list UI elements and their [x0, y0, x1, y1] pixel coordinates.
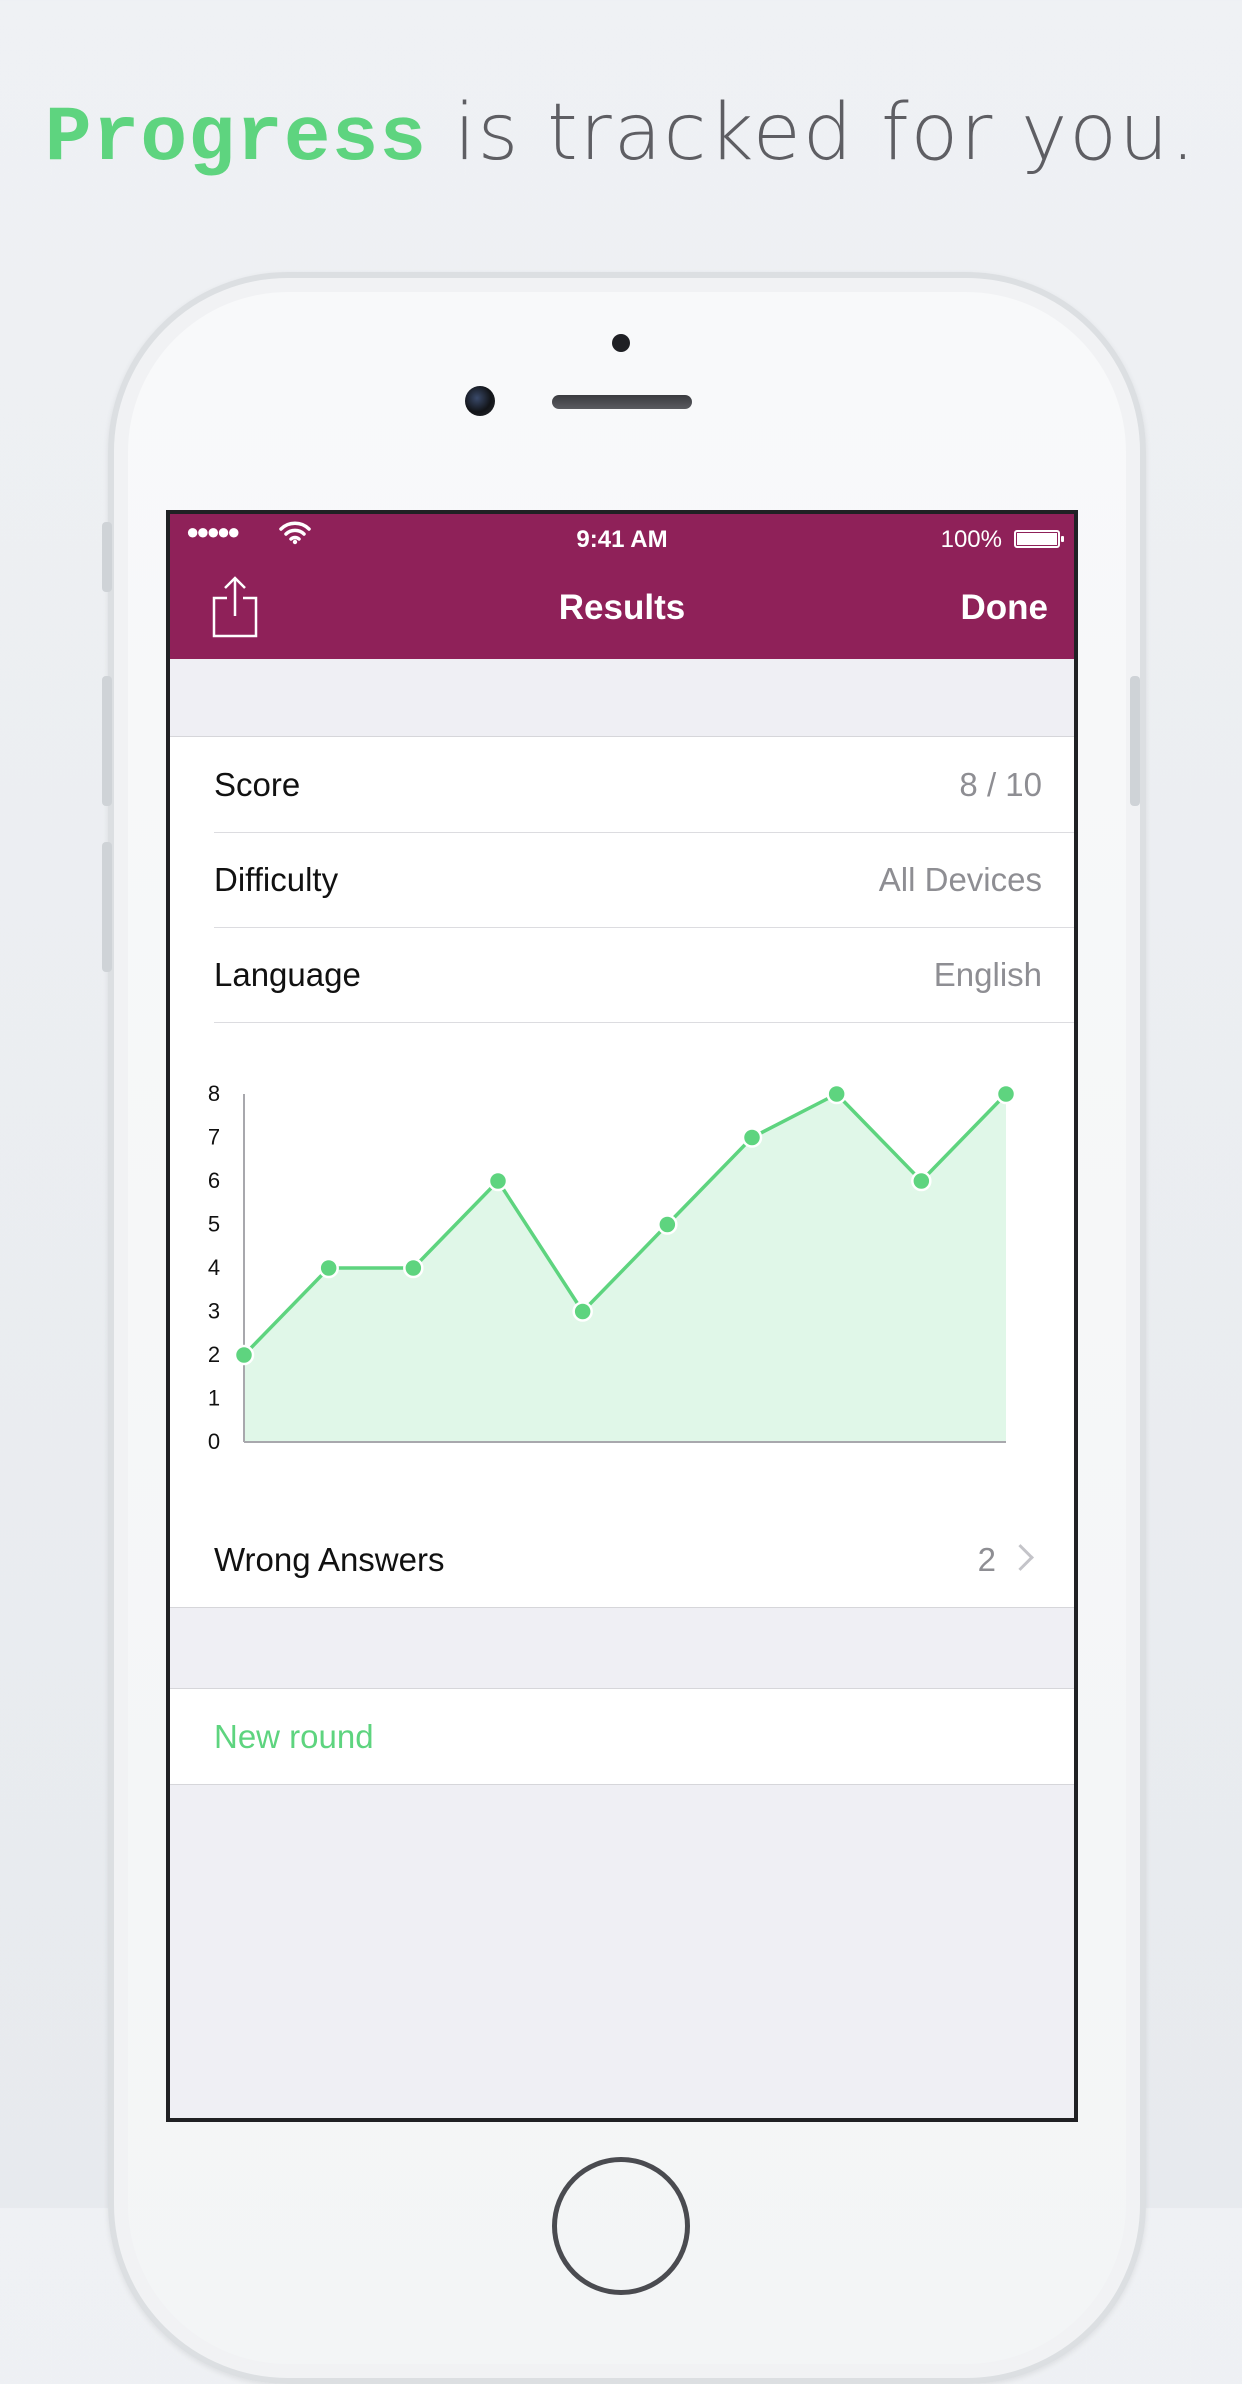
- y-tick-label: 2: [208, 1342, 220, 1367]
- y-tick-label: 7: [208, 1125, 220, 1150]
- chart-point: [233, 1344, 255, 1366]
- power-button: [1130, 676, 1140, 806]
- battery-percent: 100%: [940, 526, 1002, 553]
- y-tick-label: 8: [208, 1081, 220, 1106]
- done-button[interactable]: Done: [961, 588, 1049, 628]
- difficulty-row: Difficulty All Devices: [170, 832, 1074, 927]
- status-time: 9:41 AM: [576, 526, 668, 553]
- volume-down-button: [102, 842, 112, 972]
- status-bar: ●●●●● 9:41 AM 100%: [170, 514, 1074, 554]
- chevron-right-icon: [1007, 1544, 1034, 1571]
- chart-point: [826, 1083, 847, 1105]
- wrong-answers-label: Wrong Answers: [214, 1541, 445, 1578]
- difficulty-value: All Devices: [878, 861, 1042, 898]
- y-tick-label: 1: [208, 1386, 220, 1411]
- chart-point: [741, 1127, 763, 1148]
- proximity-sensor: [612, 334, 630, 352]
- chart-point: [995, 1083, 1017, 1105]
- headline-keyword: Progress: [44, 95, 428, 183]
- actions-group: New round: [170, 1688, 1074, 1785]
- language-label: Language: [214, 956, 361, 993]
- progress-chart-svg: 0 1 2 3 4 5 6 7 8: [208, 1081, 1017, 1454]
- chart-point: [403, 1257, 424, 1279]
- chart-point: [657, 1214, 678, 1235]
- y-tick-label: 4: [208, 1255, 220, 1280]
- score-row: Score 8 / 10: [170, 737, 1074, 832]
- y-tick-label: 0: [208, 1429, 220, 1454]
- chart-point: [911, 1170, 932, 1192]
- chart-point: [572, 1301, 593, 1322]
- new-round-button[interactable]: New round: [214, 1689, 374, 1784]
- y-tick-label: 5: [208, 1212, 220, 1237]
- battery-icon: [1014, 530, 1064, 548]
- y-tick-label: 3: [208, 1299, 220, 1324]
- score-value: 8 / 10: [959, 766, 1042, 803]
- volume-up-button: [102, 676, 112, 806]
- headline-rest: is tracked for you.: [427, 88, 1198, 178]
- score-label: Score: [214, 766, 301, 803]
- results-group: Score 8 / 10 Difficulty All Devices Lang…: [170, 736, 1074, 1608]
- page-title: Results: [558, 588, 686, 627]
- new-round-row[interactable]: New round: [170, 1689, 1074, 1784]
- home-button: [552, 2157, 690, 2295]
- language-row: Language English: [170, 927, 1074, 1022]
- navigation-bar: ●●●●● 9:41 AM 100% Results Done: [170, 514, 1074, 659]
- chart-point: [487, 1170, 509, 1192]
- wrong-answers-count: 2: [977, 1541, 996, 1578]
- headline: Progress is tracked for you.: [0, 82, 1242, 189]
- mute-switch: [102, 522, 112, 592]
- app-screen: ●●●●● 9:41 AM 100% Results Done Score 8 …: [166, 510, 1078, 2122]
- chart-point: [318, 1257, 339, 1279]
- progress-chart: 0 1 2 3 4 5 6 7 8: [170, 1022, 1074, 1512]
- front-camera: [465, 386, 495, 416]
- earpiece-speaker: [552, 395, 692, 409]
- language-value: English: [933, 956, 1042, 993]
- difficulty-label: Difficulty: [214, 861, 339, 898]
- y-tick-label: 6: [208, 1168, 220, 1193]
- wrong-answers-row[interactable]: Wrong Answers 2: [170, 1512, 1074, 1607]
